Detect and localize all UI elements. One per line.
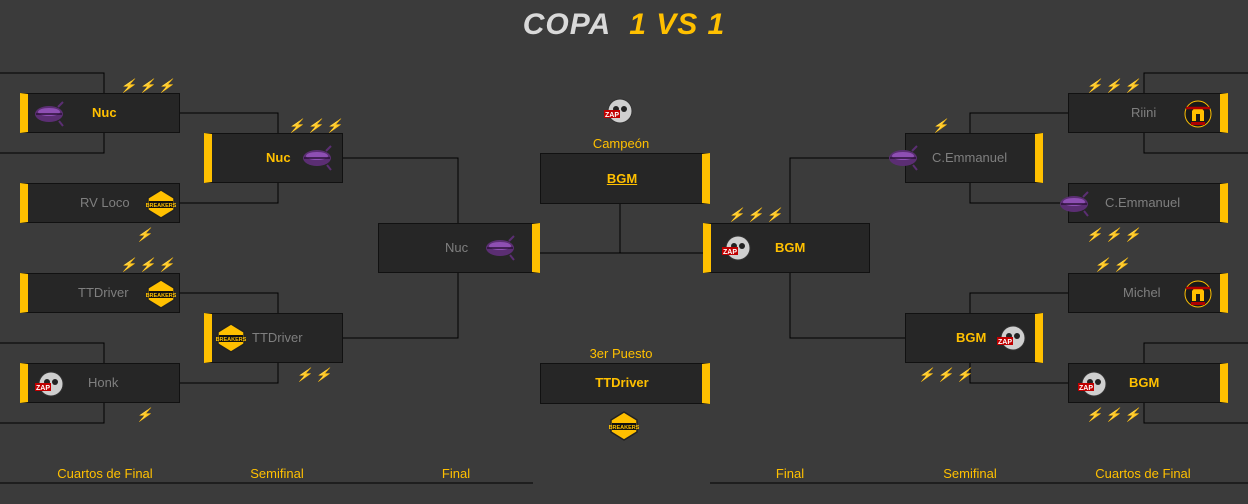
rq1-bolts: ⚡⚡⚡ <box>1086 78 1144 93</box>
lq3-name: TTDriver <box>78 285 129 300</box>
purple-blimp-icon <box>1059 189 1089 219</box>
title-copa: COPA <box>522 8 612 41</box>
left-final-name: Nuc <box>445 240 469 255</box>
zap-skull-icon: ZAP <box>34 369 64 399</box>
match-slot-rq4[interactable]: ZAP BGM <box>1068 363 1228 403</box>
svg-text:ZAP: ZAP <box>1079 385 1093 392</box>
round-label-right-final: Final <box>775 466 805 481</box>
match-slot-left-final[interactable]: Nuc <box>378 223 540 273</box>
purple-blimp-icon <box>302 143 332 173</box>
right-final-name: BGM <box>775 240 806 255</box>
spartan-helmet-icon <box>1183 279 1213 309</box>
rq4-name: BGM <box>1129 375 1160 390</box>
lq2-name: RV Loco <box>80 195 130 210</box>
lq1-bolts: ⚡⚡⚡ <box>120 78 178 93</box>
svg-text:BREAKERS: BREAKERS <box>146 293 176 299</box>
rs2-name: BGM <box>956 330 987 345</box>
match-slot-lq2[interactable]: RV Loco BREAKERS <box>20 183 180 223</box>
purple-blimp-icon <box>485 233 515 263</box>
lq3-bolts: ⚡⚡⚡ <box>120 257 178 272</box>
rq1-name: Riini <box>1131 105 1157 120</box>
svg-text:ZAP: ZAP <box>998 339 1012 346</box>
round-label-left-final: Final <box>441 466 471 481</box>
zap-skull-icon: ZAP <box>1077 369 1107 399</box>
svg-text:BREAKERS: BREAKERS <box>146 203 176 209</box>
round-label-right-quarter: Cuartos de Final <box>1095 466 1191 481</box>
zap-skull-icon: ZAP <box>721 233 751 263</box>
lq2-bolts: ⚡ <box>136 227 156 242</box>
breakers-badge-icon: BREAKERS <box>216 323 246 353</box>
match-slot-rs1[interactable]: C.Emmanuel <box>889 133 1043 183</box>
rs2-bolts: ⚡⚡⚡ <box>918 367 976 382</box>
svg-text:BREAKERS: BREAKERS <box>609 425 639 431</box>
svg-text:BREAKERS: BREAKERS <box>216 337 246 343</box>
match-slot-rq3[interactable]: Michel <box>1068 273 1228 313</box>
match-slot-ls1[interactable]: Nuc <box>204 133 343 183</box>
breakers-badge-icon: BREAKERS <box>146 189 176 219</box>
match-slot-right-final[interactable]: ZAP BGM <box>703 223 870 273</box>
round-label-left-semi: Semifinal <box>250 466 304 481</box>
match-slot-ls2[interactable]: BREAKERS TTDriver <box>204 313 343 363</box>
match-slot-lq3[interactable]: TTDriver BREAKERS <box>20 273 180 313</box>
purple-blimp-icon <box>888 143 918 173</box>
right-final-bolts: ⚡⚡⚡ <box>728 207 786 222</box>
spartan-helmet-icon <box>1183 99 1213 129</box>
breakers-badge-icon: BREAKERS <box>146 279 176 309</box>
rq3-bolts: ⚡⚡ <box>1094 257 1133 272</box>
champion-slot[interactable]: BGM <box>540 153 710 204</box>
lq4-bolts: ⚡ <box>136 407 156 422</box>
rq2-bolts: ⚡⚡⚡ <box>1086 227 1144 242</box>
third-place-name: TTDriver <box>595 375 649 390</box>
champion-label: Campeón <box>592 136 650 151</box>
round-label-left-quarter: Cuartos de Final <box>57 466 153 481</box>
rs1-bolts: ⚡ <box>932 118 952 133</box>
svg-text:ZAP: ZAP <box>605 112 619 119</box>
breakers-badge-icon: BREAKERS <box>609 411 639 441</box>
ls2-name: TTDriver <box>252 330 303 345</box>
champion-name: BGM <box>606 171 638 186</box>
match-slot-lq4[interactable]: ZAP Honk <box>20 363 180 403</box>
page-title: COPA 1 VS 1 <box>0 8 1248 42</box>
purple-blimp-icon <box>34 99 64 129</box>
match-slot-rs2[interactable]: BGM ZAP <box>905 313 1043 363</box>
match-slot-rq2[interactable]: C.Emmanuel <box>1060 183 1228 223</box>
match-slot-rq1[interactable]: Riini <box>1068 93 1228 133</box>
svg-text:ZAP: ZAP <box>723 249 737 256</box>
ls2-bolts: ⚡⚡ <box>296 367 335 382</box>
zap-skull-icon: ZAP <box>603 96 633 126</box>
rq3-name: Michel <box>1123 285 1161 300</box>
match-slot-lq1[interactable]: Nuc <box>20 93 180 133</box>
lq1-name: Nuc <box>92 105 117 120</box>
ls1-bolts: ⚡⚡⚡ <box>288 118 346 133</box>
rq4-bolts: ⚡⚡⚡ <box>1086 407 1144 422</box>
zap-skull-icon: ZAP <box>996 323 1026 353</box>
bracket-sheet: COPA 1 VS 1 ⚡⚡⚡ Nuc RV Loco BREAKERS ⚡ ⚡⚡… <box>0 0 1248 504</box>
third-place-label: 3er Puesto <box>589 346 653 361</box>
svg-text:ZAP: ZAP <box>36 385 50 392</box>
rq2-name: C.Emmanuel <box>1105 195 1181 210</box>
ls1-name: Nuc <box>266 150 291 165</box>
third-place-slot[interactable]: TTDriver <box>540 363 710 404</box>
rs1-name: C.Emmanuel <box>932 150 1008 165</box>
round-label-right-semi: Semifinal <box>943 466 997 481</box>
title-format: 1 VS 1 <box>629 8 726 41</box>
lq4-name: Honk <box>88 375 119 390</box>
